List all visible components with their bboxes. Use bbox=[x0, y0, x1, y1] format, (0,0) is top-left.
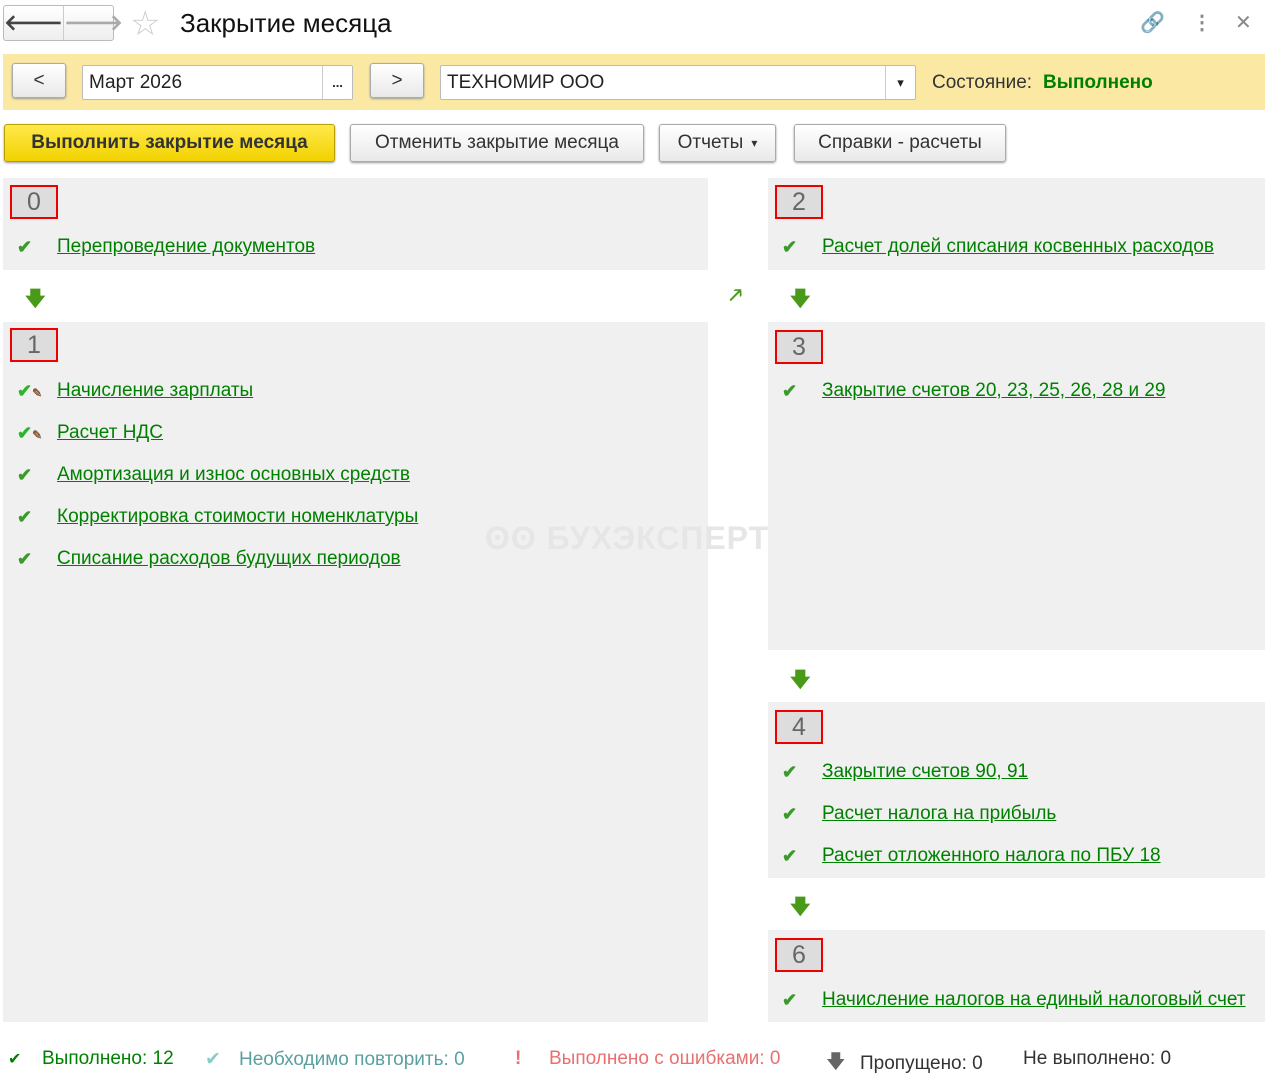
status-not-done[interactable]: Не выполнено: 0 bbox=[1023, 1048, 1171, 1070]
page-title: Закрытие месяца bbox=[180, 8, 392, 38]
favorite-star-icon[interactable]: ☆ bbox=[130, 4, 160, 44]
check-icon: ✔ bbox=[8, 1051, 22, 1068]
task-link[interactable]: Корректировка стоимости номенклатуры bbox=[57, 506, 418, 528]
state-value: Выполнено bbox=[1043, 72, 1153, 93]
status-errors[interactable]: ! Выполнено с ошибками: 0 bbox=[515, 1048, 780, 1070]
list-item: ✔ Начисление налогов на единый налоговый … bbox=[768, 979, 1246, 1021]
list-item: ✔ Расчет долей списания косвенных расходо… bbox=[768, 226, 1214, 268]
check-icon: ✔ bbox=[17, 236, 33, 257]
dropdown-icon[interactable]: ▾ bbox=[885, 66, 915, 99]
check-edited-icon: ✔✎ bbox=[17, 422, 43, 443]
task-link[interactable]: Начисление налогов на единый налоговый с… bbox=[822, 989, 1246, 1011]
section-3-items: ✔ Закрытие счетов 20, 23, 25, 26, 28 и 29 bbox=[768, 370, 1166, 412]
period-field[interactable]: Март 2026 ... bbox=[82, 65, 353, 100]
task-link[interactable]: Расчет НДС bbox=[57, 422, 163, 444]
state-label: Состояние: bbox=[932, 72, 1033, 93]
task-link[interactable]: Расчет отложенного налога по ПБУ 18 bbox=[822, 845, 1161, 867]
status-skipped[interactable]: 🡇 Пропущено: 0 bbox=[826, 1048, 983, 1080]
list-item: ✔ Корректировка стоимости номенклатуры bbox=[3, 496, 418, 538]
task-link[interactable]: Списание расходов будущих периодов bbox=[57, 548, 401, 570]
status-repeat-label: Необходимо повторить: 0 bbox=[239, 1048, 465, 1070]
watermark-text: БУХЭКСПЕРТ bbox=[546, 520, 770, 556]
section-number: 3 bbox=[775, 330, 823, 364]
list-item: ✔ Расчет отложенного налога по ПБУ 18 bbox=[768, 835, 1161, 877]
task-link[interactable]: Закрытие счетов 20, 23, 25, 26, 28 и 29 bbox=[822, 380, 1166, 402]
reports-button[interactable]: Отчеты ▾ bbox=[659, 124, 776, 162]
references-button[interactable]: Справки - расчеты bbox=[794, 124, 1006, 162]
arrow-down-icon: 🡇 bbox=[25, 288, 46, 310]
list-item: ✔ Амортизация и износ основных средств bbox=[3, 454, 418, 496]
section-0-items: ✔ Перепроведение документов bbox=[3, 226, 315, 268]
list-item: ✔ Перепроведение документов bbox=[3, 226, 315, 268]
back-button[interactable]: 🡐 bbox=[4, 6, 64, 40]
list-item: ✔ Закрытие счетов 20, 23, 25, 26, 28 и 29 bbox=[768, 370, 1166, 412]
status-skipped-label: Пропущено: 0 bbox=[860, 1053, 983, 1074]
task-link[interactable]: Закрытие счетов 90, 91 bbox=[822, 761, 1028, 783]
task-link[interactable]: Перепроведение документов bbox=[57, 236, 315, 258]
nav-buttons: 🡐 🡒 bbox=[3, 5, 123, 41]
task-link[interactable]: Начисление зарплаты bbox=[57, 380, 253, 402]
check-icon: ✔ bbox=[17, 506, 33, 527]
arrow-down-icon: 🡇 bbox=[826, 1052, 846, 1073]
check-icon: ✔ bbox=[17, 548, 33, 569]
list-item: ✔✎ Расчет НДС bbox=[3, 412, 418, 454]
check-icon: ✔ bbox=[17, 464, 33, 485]
task-link[interactable]: Амортизация и износ основных средств bbox=[57, 464, 410, 486]
check-icon: ✔ bbox=[782, 845, 798, 866]
check-icon: ✔ bbox=[782, 761, 798, 782]
section-number: 2 bbox=[775, 185, 823, 219]
check-edited-icon: ✔✎ bbox=[17, 380, 43, 401]
section-number: 0 bbox=[10, 185, 58, 219]
list-item: ✔ Списание расходов будущих периодов bbox=[3, 538, 418, 580]
list-item: ✔ Расчет налога на прибыль bbox=[768, 793, 1161, 835]
section-number: 4 bbox=[775, 710, 823, 744]
link-icon[interactable]: 🔗 bbox=[1140, 10, 1165, 35]
task-link[interactable]: Расчет налога на прибыль bbox=[822, 803, 1056, 825]
period-value: Март 2026 bbox=[89, 71, 183, 93]
arrow-down-icon: 🡇 bbox=[790, 669, 811, 691]
run-closing-button[interactable]: Выполнить закрытие месяца bbox=[4, 124, 335, 162]
section-1-items: ✔✎ Начисление зарплаты ✔✎ Расчет НДС ✔ Амор… bbox=[3, 370, 418, 580]
status-done-label: Выполнено: 12 bbox=[42, 1048, 174, 1069]
forward-button[interactable]: 🡒 bbox=[64, 6, 123, 40]
organization-field[interactable]: ТЕХНОМИР ООО ▾ bbox=[440, 65, 916, 100]
section-2-items: ✔ Расчет долей списания косвенных расходо… bbox=[768, 226, 1214, 268]
reports-label: Отчеты bbox=[677, 132, 744, 153]
arrow-down-icon: 🡇 bbox=[790, 288, 811, 310]
status-repeat[interactable]: ✔ Необходимо повторить: 0 bbox=[205, 1048, 465, 1071]
prev-period-button[interactable]: < bbox=[12, 63, 66, 98]
list-item: ✔ Закрытие счетов 90, 91 bbox=[768, 751, 1161, 793]
check-icon: ✔ bbox=[782, 989, 798, 1010]
status-done[interactable]: ✔ Выполнено: 12 bbox=[8, 1048, 174, 1070]
cancel-closing-button[interactable]: Отменить закрытие месяца bbox=[350, 124, 644, 162]
more-icon[interactable]: ⋮ bbox=[1192, 10, 1212, 35]
arrow-up-right-icon: 🡕 bbox=[729, 285, 743, 307]
organization-value: ТЕХНОМИР ООО bbox=[447, 71, 605, 93]
next-period-button[interactable]: > bbox=[370, 63, 424, 98]
check-icon: ✔ bbox=[782, 803, 798, 824]
status-errors-label: Выполнено с ошибками: 0 bbox=[549, 1048, 781, 1069]
dropdown-icon: ▾ bbox=[751, 136, 758, 150]
exclamation-icon: ! bbox=[515, 1048, 522, 1069]
section-number: 1 bbox=[10, 328, 58, 362]
section-4-items: ✔ Закрытие счетов 90, 91 ✔ Расчет налога н… bbox=[768, 751, 1161, 877]
list-item: ✔✎ Начисление зарплаты bbox=[3, 370, 418, 412]
check-icon: ✔ bbox=[782, 236, 798, 257]
close-icon[interactable]: ✕ bbox=[1235, 10, 1252, 35]
task-link[interactable]: Расчет долей списания косвенных расходов bbox=[822, 236, 1214, 258]
section-6-items: ✔ Начисление налогов на единый налоговый … bbox=[768, 979, 1246, 1021]
section-number: 6 bbox=[775, 938, 823, 972]
arrow-down-icon: 🡇 bbox=[790, 896, 811, 918]
check-icon: ✔ bbox=[205, 1049, 221, 1070]
period-select-button[interactable]: ... bbox=[322, 66, 352, 99]
check-icon: ✔ bbox=[782, 380, 798, 401]
watermark: ʘʘ БУХЭКСПЕРТ bbox=[485, 520, 770, 556]
